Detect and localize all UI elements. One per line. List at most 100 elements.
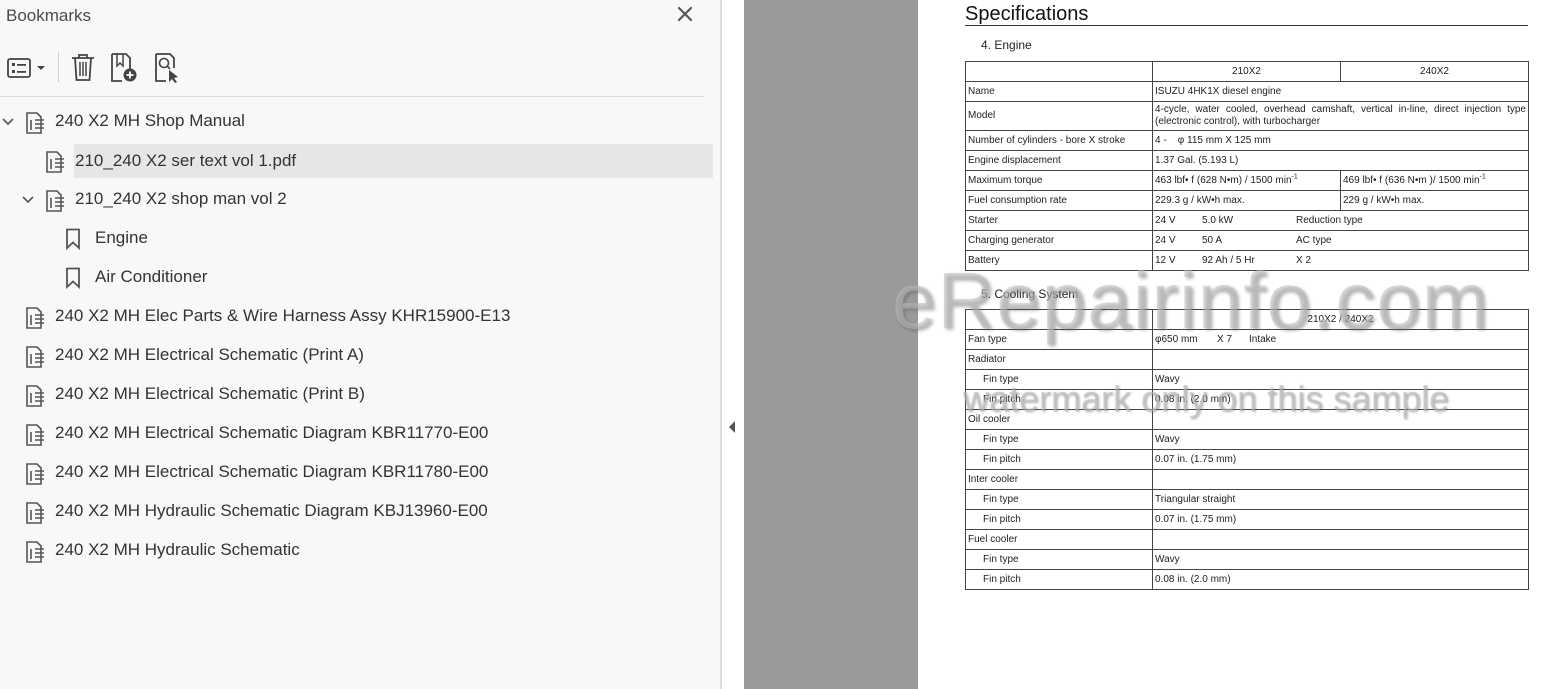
options-menu-button[interactable] xyxy=(6,48,50,88)
bookmark-item-engine[interactable]: Engine xyxy=(95,221,148,255)
row-label: Starter xyxy=(965,210,1153,231)
table-row: Battery 12 V 92 Ah / 5 Hr X 2 xyxy=(965,250,1529,271)
row-label: Fin pitch xyxy=(965,569,1153,590)
bookmark-item-diagram-kbr11780[interactable]: 240 X2 MH Electrical Schematic Diagram K… xyxy=(55,455,488,489)
document-bookmark-icon xyxy=(26,346,44,368)
collapse-chevron-icon[interactable] xyxy=(20,192,36,208)
row-label: Model xyxy=(965,101,1153,131)
row-label: Oil cooler xyxy=(965,409,1153,430)
column-header: 210X2 xyxy=(1152,61,1341,82)
bookmark-ribbon-icon xyxy=(66,267,80,289)
document-bookmark-icon xyxy=(26,463,44,485)
row-label: Fin pitch xyxy=(965,449,1153,470)
close-icon xyxy=(677,6,693,22)
document-bookmark-icon xyxy=(26,385,44,407)
row-label: Fin pitch xyxy=(965,389,1153,410)
table-row: Maximum torque 463 lbf• f (628 N•m) / 15… xyxy=(965,170,1529,191)
list-options-icon xyxy=(7,58,45,78)
bookmark-item-shop-man-vol-2[interactable]: 210_240 X2 shop man vol 2 xyxy=(75,182,287,216)
document-gutter xyxy=(744,0,918,689)
pdf-page: Specifications 4. Engine 210X2 240X2 Nam… xyxy=(918,0,1562,689)
table-row: Fuel consumption rate 229.3 g / kW•h max… xyxy=(965,190,1529,211)
row-label: Engine displacement xyxy=(965,150,1153,171)
engine-heading: 4. Engine xyxy=(981,38,1032,52)
panel-title: Bookmarks xyxy=(6,6,92,25)
new-bookmark-icon xyxy=(111,53,137,82)
cell-value: 463 lbf• f (628 N•m) / 1500 min-1 xyxy=(1152,170,1341,191)
document-bookmark-icon xyxy=(26,424,44,446)
toolbar-divider xyxy=(0,96,704,97)
table-row: Oil cooler xyxy=(965,409,1529,430)
cell-value: 1.37 Gal. (5.193 L) xyxy=(1152,150,1529,171)
find-bookmark-button[interactable] xyxy=(152,48,186,88)
cell-value: 229 g / kW•h max. xyxy=(1340,190,1529,211)
close-panel-button[interactable] xyxy=(674,2,696,24)
delete-bookmark-button[interactable] xyxy=(68,48,98,88)
table-row: Fin type Wavy xyxy=(965,369,1529,390)
row-label: Fuel consumption rate xyxy=(965,190,1153,211)
cell-value: Wavy xyxy=(1152,549,1529,570)
table-row: Starter 24 V 5.0 kW Reduction type xyxy=(965,210,1529,231)
bookmark-item-diagram-kbr11770[interactable]: 240 X2 MH Electrical Schematic Diagram K… xyxy=(55,416,488,450)
power: 5.0 kW xyxy=(1202,214,1234,226)
table-row: Fin type Triangular straight xyxy=(965,489,1529,510)
table-row: Fin pitch 0.07 in. (1.75 mm) xyxy=(965,509,1529,530)
document-bookmark-icon xyxy=(26,502,44,524)
type: Reduction type xyxy=(1296,214,1363,226)
table-row: Name ISUZU 4HK1X diesel engine xyxy=(965,81,1529,102)
cooling-spec-table: 210X2 / 240X2 Fan type φ650 mm X 7 Intake … xyxy=(965,309,1529,590)
bookmark-item-elec-parts[interactable]: 240 X2 MH Elec Parts & Wire Harness Assy… xyxy=(55,299,510,333)
bookmark-item-hydraulic-schematic[interactable]: 240 X2 MH Hydraulic Schematic xyxy=(55,533,300,567)
table-row: Radiator xyxy=(965,349,1529,370)
table-row: Inter cooler xyxy=(965,469,1529,490)
bookmark-item-schematic-print-b[interactable]: 240 X2 MH Electrical Schematic (Print B) xyxy=(55,377,365,411)
row-label: Number of cylinders - bore X stroke xyxy=(965,130,1153,151)
bookmarks-panel: Bookmarks 240 X2 MH Shop Manual 210_240 … xyxy=(0,0,720,689)
row-label: Battery xyxy=(965,250,1153,271)
row-label: Fin type xyxy=(965,429,1153,450)
column-header: 240X2 xyxy=(1340,61,1529,82)
cooling-heading: 5. Cooling System xyxy=(981,287,1079,301)
collapse-panel-arrow-icon[interactable] xyxy=(727,420,737,434)
document-bookmark-icon xyxy=(46,151,64,173)
engine-spec-table: 210X2 240X2 Name ISUZU 4HK1X diesel engi… xyxy=(965,61,1529,271)
exponent: -1 xyxy=(1291,173,1298,181)
bookmark-label: 210_240 X2 ser text vol 1.pdf xyxy=(75,151,297,170)
cell-value: 12 V 92 Ah / 5 Hr X 2 xyxy=(1152,250,1529,271)
table-row: Fan type φ650 mm X 7 Intake xyxy=(965,329,1529,350)
collapse-chevron-icon[interactable] xyxy=(0,114,16,130)
bookmark-item-air-conditioner[interactable]: Air Conditioner xyxy=(95,260,207,294)
table-row: Model 4-cycle, water cooled, overhead ca… xyxy=(965,101,1529,131)
table-row: Fin pitch 0.08 in. (2.0 mm) xyxy=(965,389,1529,410)
bookmark-item-shop-manual[interactable]: 240 X2 MH Shop Manual xyxy=(55,104,245,138)
cell-value: ISUZU 4HK1X diesel engine xyxy=(1152,81,1529,102)
page-title: Specifications xyxy=(965,3,1089,25)
table-row: Fin pitch 0.07 in. (1.75 mm) xyxy=(965,449,1529,470)
row-label: Fin type xyxy=(965,549,1153,570)
cell-value: 469 lbf• f (636 N•m )/ 1500 min-1 xyxy=(1340,170,1529,191)
row-label: Fin type xyxy=(965,369,1153,390)
current: 50 A xyxy=(1202,234,1223,246)
row-label: Fin type xyxy=(965,489,1153,510)
capacity: 92 Ah / 5 Hr xyxy=(1202,254,1255,266)
exponent: -1 xyxy=(1479,173,1486,181)
table-row: 210X2 / 240X2 xyxy=(965,309,1529,330)
row-label: Radiator xyxy=(965,349,1153,370)
new-bookmark-button[interactable] xyxy=(108,48,142,88)
type: AC type xyxy=(1296,234,1332,246)
row-label: Fan type xyxy=(965,329,1153,350)
bookmark-item-schematic-print-a[interactable]: 240 X2 MH Electrical Schematic (Print A) xyxy=(55,338,364,372)
cell-value: 229.3 g / kW•h max. xyxy=(1152,190,1341,211)
cell-value: 24 V 50 A AC type xyxy=(1152,230,1529,251)
table-row: Charging generator 24 V 50 A AC type xyxy=(965,230,1529,251)
torque-value: 463 lbf• f (628 N•m) / 1500 min xyxy=(1155,174,1292,186)
blades: X 7 xyxy=(1217,333,1233,345)
row-label: Name xyxy=(965,81,1153,102)
panel-splitter[interactable] xyxy=(720,0,722,689)
cell-value: 24 V 5.0 kW Reduction type xyxy=(1152,210,1529,231)
cell-value: 0.08 in. (2.0 mm) xyxy=(1152,389,1529,410)
bookmark-item-ser-text-vol-1[interactable]: 210_240 X2 ser text vol 1.pdf xyxy=(74,144,713,178)
table-row: Engine displacement 1.37 Gal. (5.193 L) xyxy=(965,150,1529,171)
find-current-bookmark-icon xyxy=(155,53,178,83)
bookmark-item-hydraulic-diagram[interactable]: 240 X2 MH Hydraulic Schematic Diagram KB… xyxy=(55,494,488,528)
